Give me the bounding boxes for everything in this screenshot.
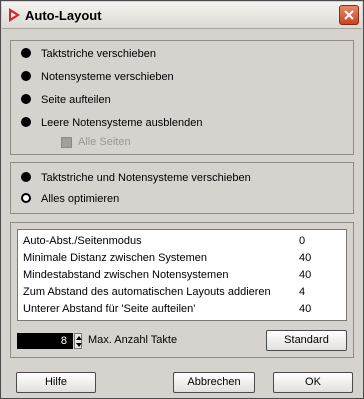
parameters-group: Auto-Abst./Seitenmodus 0 Minimale Distan…	[10, 222, 354, 358]
help-button[interactable]: Hilfe	[16, 372, 96, 393]
param-value[interactable]: 4	[299, 285, 305, 300]
list-item[interactable]: Minimale Distanz zwischen Systemen 40	[23, 251, 338, 266]
param-label: Unterer Abstand für 'Seite aufteilen'	[23, 303, 196, 315]
list-item[interactable]: Auto-Abst./Seitenmodus 0	[23, 234, 338, 249]
option-bullet-icon	[21, 94, 31, 104]
param-value[interactable]: 40	[299, 251, 311, 266]
param-value[interactable]: 0	[299, 234, 305, 249]
title-bar[interactable]: Auto-Layout	[2, 2, 362, 29]
checkbox-icon	[61, 137, 72, 148]
param-label: Auto-Abst./Seitenmodus	[23, 235, 142, 247]
param-value[interactable]: 40	[299, 302, 311, 317]
parameter-list: Auto-Abst./Seitenmodus 0 Minimale Distan…	[17, 229, 347, 321]
close-icon	[344, 10, 354, 20]
param-label: Mindestabstand zwischen Notensystemen	[23, 269, 229, 281]
auto-layout-dialog: Auto-Layout Taktstriche verschieben Note…	[0, 0, 364, 399]
param-label: Zum Abstand des automatischen Layouts ad…	[23, 286, 271, 298]
arrow-up-icon[interactable]	[76, 336, 82, 340]
option-bullet-icon	[21, 117, 31, 127]
param-label: Minimale Distanz zwischen Systemen	[23, 252, 208, 264]
list-item[interactable]: Zum Abstand des automatischen Layouts ad…	[23, 285, 338, 300]
cancel-button[interactable]: Abbrechen	[173, 372, 255, 393]
layout-options-group: Taktstriche verschieben Notensysteme ver…	[10, 40, 354, 155]
option-bullet-icon	[21, 71, 31, 81]
arrow-down-icon[interactable]	[76, 343, 82, 347]
max-bars-spinner[interactable]	[74, 333, 82, 349]
ok-button[interactable]: OK	[273, 372, 353, 393]
mode-radio-group: Taktstriche und Notensysteme verschieben…	[10, 162, 354, 214]
max-bars-label: Max. Anzahl Takte	[88, 334, 178, 346]
radio-unselected-icon	[21, 193, 31, 203]
list-item[interactable]: Mindestabstand zwischen Notensystemen 40	[23, 268, 338, 283]
standard-button[interactable]: Standard	[266, 330, 347, 351]
max-bars-input[interactable]: 8	[17, 333, 73, 349]
app-logo-icon	[9, 8, 20, 22]
radio-selected-icon	[21, 172, 31, 182]
list-item[interactable]: Unterer Abstand für 'Seite aufteilen' 40	[23, 302, 338, 317]
option-bullet-icon	[21, 48, 31, 58]
param-value[interactable]: 40	[299, 268, 311, 283]
window-title: Auto-Layout	[25, 8, 102, 23]
close-button[interactable]	[339, 5, 359, 25]
